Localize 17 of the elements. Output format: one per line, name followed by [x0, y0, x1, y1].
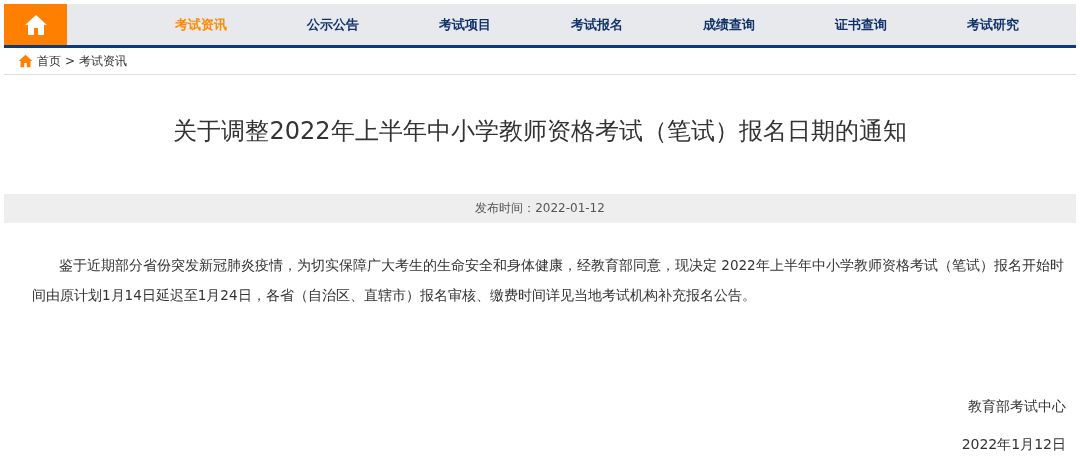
publish-date-bar: 发布时间：2022-01-12 — [4, 194, 1076, 223]
article-paragraph: 鉴于近期部分省份突发新冠肺炎疫情，为切实保障广大考生的生命安全和身体健康，经教育部同意，现决定 2022年上半年中小学教师资格考试（笔试）报名开始时间由原计划1月14日延迟至1月24日，各省（自治区、直辖市）报名审核、缴费时间详见当地考试机构补充报名公告。 — [31, 256, 1065, 305]
nav-tab[interactable]: 公示公告 — [267, 4, 399, 45]
breadcrumb-link[interactable]: 首页 — [37, 52, 61, 70]
nav-tab[interactable]: 考试报名 — [531, 4, 663, 45]
home-button[interactable] — [4, 4, 67, 45]
home-icon — [23, 13, 48, 36]
nav-tab[interactable]: 成绩查询 — [663, 4, 795, 45]
signature: 教育部考试中心 — [968, 398, 1066, 414]
article-title: 关于调整2022年上半年中小学教师资格考试（笔试）报名日期的通知 — [172, 117, 908, 147]
breadcrumb-separator: > — [65, 53, 76, 70]
home-icon — [18, 54, 33, 68]
breadcrumb-link[interactable]: 考试资讯 — [79, 52, 128, 70]
signature-date: 2022年1月12日 — [961, 436, 1066, 452]
nav-tab[interactable]: 证书查询 — [795, 4, 927, 45]
nav-tab[interactable]: 考试研究 — [927, 4, 1059, 45]
nav-tab[interactable]: 考试项目 — [399, 4, 531, 45]
